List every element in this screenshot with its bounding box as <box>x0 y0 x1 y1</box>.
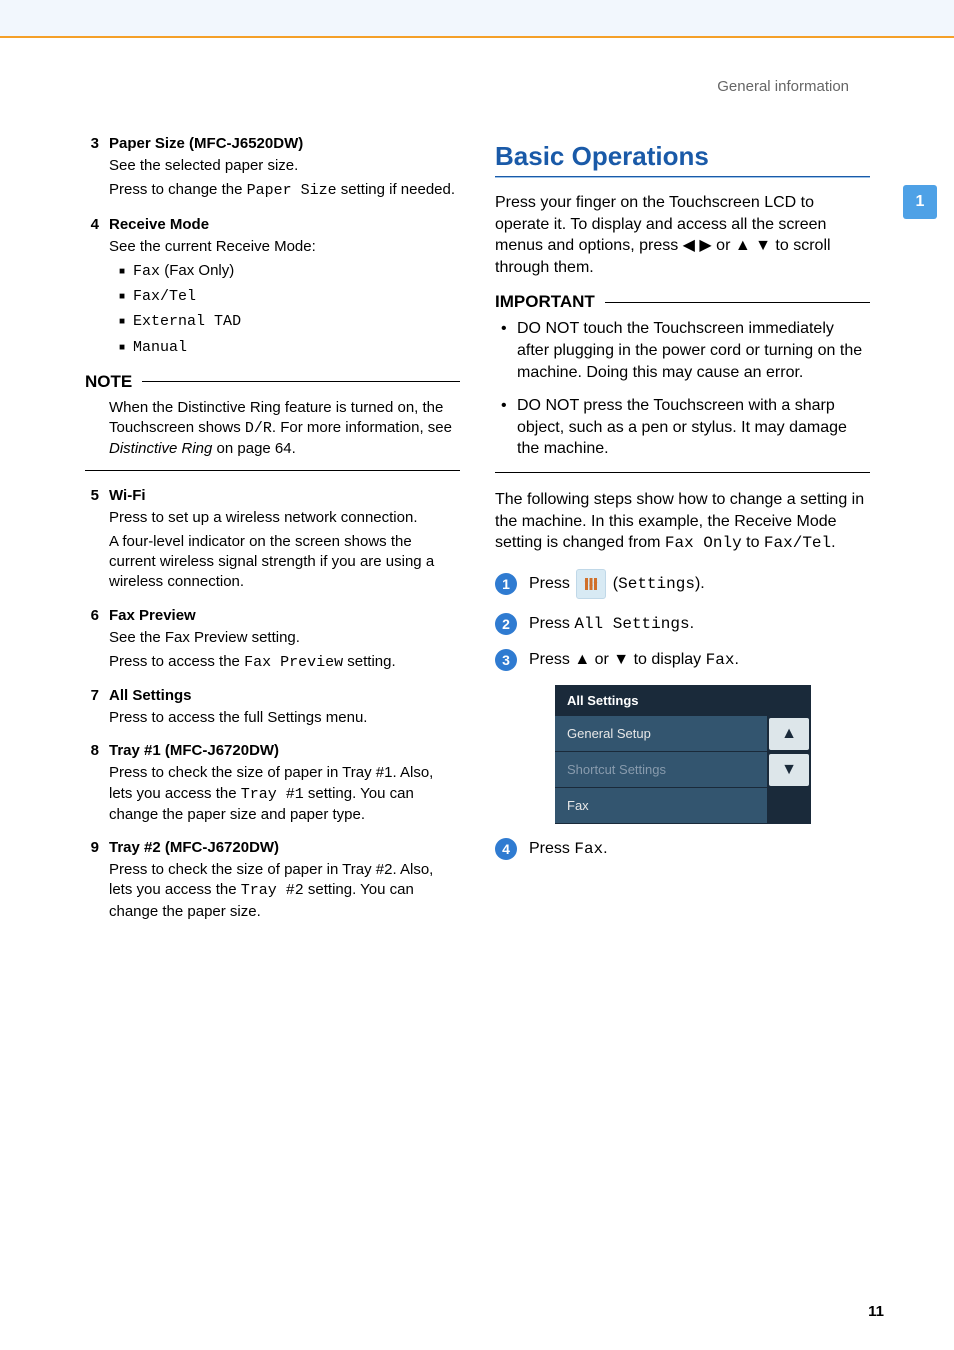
item-number: 7 <box>85 687 99 704</box>
item-title: Wi-Fi <box>109 487 146 504</box>
item-3: 3 Paper Size (MFC-J6520DW) See the selec… <box>85 135 460 202</box>
item-line: See the Fax Preview setting. <box>109 628 460 648</box>
item-line: Press to set up a wireless network conne… <box>109 508 460 528</box>
item-number: 5 <box>85 487 99 504</box>
important-rule-end <box>495 472 870 473</box>
item-number: 6 <box>85 607 99 624</box>
scroll-blank <box>769 790 809 822</box>
item-number: 4 <box>85 216 99 233</box>
item-title: All Settings <box>109 687 192 704</box>
step-4: 4 Press Fax. <box>495 838 870 860</box>
note-body: When the Distinctive Ring feature is tur… <box>109 398 460 460</box>
item-6: 6 Fax Preview See the Fax Preview settin… <box>85 607 460 674</box>
important-list: DO NOT touch the Touchscreen immediately… <box>501 318 870 460</box>
item-title: Paper Size (MFC-J6520DW) <box>109 135 303 152</box>
content: 3 Paper Size (MFC-J6520DW) See the selec… <box>85 135 870 936</box>
step-number-icon: 4 <box>495 838 517 860</box>
item-line: See the current Receive Mode: <box>109 237 460 257</box>
item-number: 3 <box>85 135 99 152</box>
step-number-icon: 2 <box>495 613 517 635</box>
following-paragraph: The following steps show how to change a… <box>495 489 870 555</box>
item-4: 4 Receive Mode See the current Receive M… <box>85 216 460 358</box>
right-column: Basic Operations Press your finger on th… <box>495 135 870 936</box>
step-text: Press ▲ or ▼ to display Fax. <box>529 651 870 669</box>
note-heading: NOTE <box>85 372 460 392</box>
list-item: DO NOT touch the Touchscreen immediately… <box>501 318 870 383</box>
lcd-row-fax[interactable]: Fax <box>555 788 767 824</box>
item-5: 5 Wi-Fi Press to set up a wireless netwo… <box>85 487 460 593</box>
item-line: Press to change the Paper Size setting i… <box>109 180 460 201</box>
page-number: 11 <box>868 1303 884 1320</box>
lcd-title: All Settings <box>555 685 811 716</box>
item-line: Press to access the Fax Preview setting. <box>109 652 460 673</box>
section-heading: Basic Operations <box>495 141 870 172</box>
item-line: Press to check the size of paper in Tray… <box>109 860 460 922</box>
list-item: Manual <box>119 337 460 358</box>
step-2: 2 Press All Settings. <box>495 613 870 635</box>
step-number-icon: 1 <box>495 573 517 595</box>
note-rule-end <box>85 470 460 471</box>
list-item: External TAD <box>119 311 460 332</box>
lcd-scroll: ▲ ▼ <box>767 716 811 824</box>
section-rule <box>495 176 870 178</box>
item-line: Press to access the full Settings menu. <box>109 708 460 728</box>
list-item: Fax (Fax Only) <box>119 261 460 282</box>
step-text: Press Fax. <box>529 840 870 858</box>
item-number: 9 <box>85 839 99 856</box>
scroll-down-button[interactable]: ▼ <box>769 754 809 786</box>
step-text: Press All Settings. <box>529 615 870 633</box>
important-heading: IMPORTANT <box>495 292 870 312</box>
item-title: Fax Preview <box>109 607 196 624</box>
lcd-list: General Setup Shortcut Settings Fax <box>555 716 767 824</box>
item-number: 8 <box>85 742 99 759</box>
item-7: 7 All Settings Press to access the full … <box>85 687 460 728</box>
receive-mode-list: Fax (Fax Only) Fax/Tel External TAD Manu… <box>119 261 460 358</box>
step-3: 3 Press ▲ or ▼ to display Fax. <box>495 649 870 671</box>
step-text: Press (Settings). <box>529 569 870 599</box>
list-item: DO NOT press the Touchscreen with a shar… <box>501 395 870 460</box>
intro-paragraph: Press your finger on the Touchscreen LCD… <box>495 192 870 278</box>
chapter-tab: 1 <box>903 185 937 219</box>
item-9: 9 Tray #2 (MFC-J6720DW) Press to check t… <box>85 839 460 922</box>
lcd-screenshot: All Settings General Setup Shortcut Sett… <box>555 685 811 824</box>
list-item: Fax/Tel <box>119 286 460 307</box>
running-head: General information <box>717 78 849 95</box>
step-1: 1 Press (Settings). <box>495 569 870 599</box>
item-line: See the selected paper size. <box>109 156 460 176</box>
settings-icon <box>576 569 606 599</box>
item-title: Tray #1 (MFC-J6720DW) <box>109 742 279 759</box>
item-8: 8 Tray #1 (MFC-J6720DW) Press to check t… <box>85 742 460 825</box>
item-title: Receive Mode <box>109 216 209 233</box>
left-column: 3 Paper Size (MFC-J6520DW) See the selec… <box>85 135 460 936</box>
item-line: A four-level indicator on the screen sho… <box>109 532 460 593</box>
topbar <box>0 0 954 38</box>
scroll-up-button[interactable]: ▲ <box>769 718 809 750</box>
item-title: Tray #2 (MFC-J6720DW) <box>109 839 279 856</box>
lcd-row-shortcut-settings[interactable]: Shortcut Settings <box>555 752 767 788</box>
item-line: Press to check the size of paper in Tray… <box>109 763 460 825</box>
lcd-row-general-setup[interactable]: General Setup <box>555 716 767 752</box>
step-number-icon: 3 <box>495 649 517 671</box>
